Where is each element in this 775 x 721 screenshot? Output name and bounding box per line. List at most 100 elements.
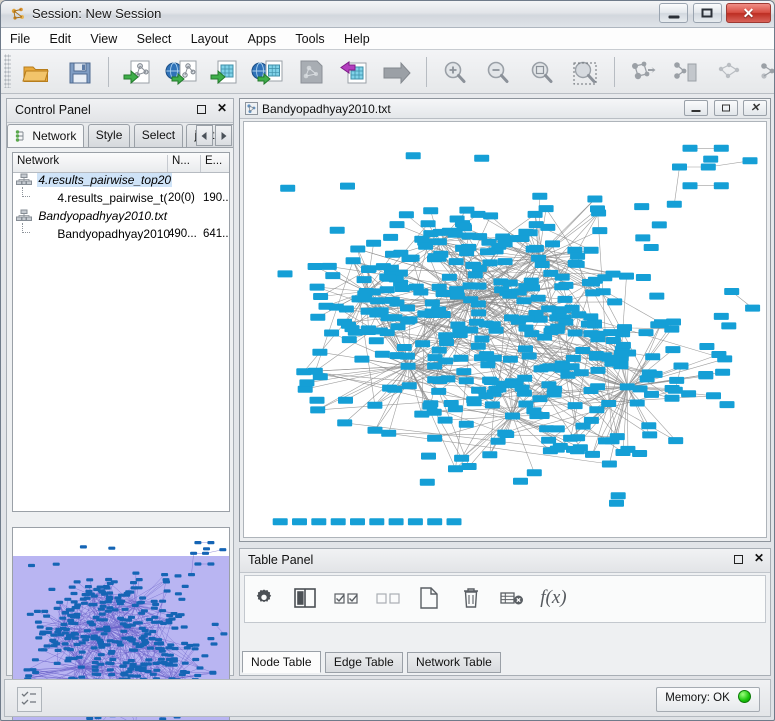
tree-edge-count: 641... xyxy=(203,228,230,240)
menu-help[interactable]: Help xyxy=(337,29,377,49)
tab-network-label: Network xyxy=(32,129,77,143)
new-column-button[interactable] xyxy=(410,576,448,620)
maximize-button[interactable] xyxy=(692,3,722,23)
network-view-title: Bandyopadhyay2010.txt xyxy=(262,102,391,116)
window-controls: ✕ xyxy=(658,3,771,25)
column-nodes: N... xyxy=(168,155,201,172)
memory-status-label: Memory: OK xyxy=(665,692,730,704)
menu-select[interactable]: Select xyxy=(130,29,179,49)
tab-network-table[interactable]: Network Table xyxy=(407,652,501,673)
unchecked-boxes-icon xyxy=(376,593,400,604)
split-columns-icon xyxy=(294,588,317,608)
toolbar-grip[interactable] xyxy=(4,54,11,88)
close-button[interactable]: ✕ xyxy=(726,3,771,23)
menu-bar: File Edit View Select Layout Apps Tools … xyxy=(1,28,774,50)
deselect-all-rows-button[interactable] xyxy=(369,576,407,620)
import-network-url-button[interactable] xyxy=(161,53,201,93)
save-session-button[interactable] xyxy=(60,53,100,93)
menu-file[interactable]: File xyxy=(3,29,37,49)
table-panel-float-button[interactable] xyxy=(733,555,743,564)
menu-layout[interactable]: Layout xyxy=(184,29,236,49)
export-image-button[interactable] xyxy=(377,53,417,93)
network-view-icon xyxy=(245,102,258,115)
task-history-icon[interactable] xyxy=(17,687,42,712)
tree-label: 4.results_pairwise_top20 xyxy=(37,173,173,187)
table-row[interactable]: Bandyopadhyay2010.txt xyxy=(13,209,229,227)
delete-table-button[interactable] xyxy=(493,576,531,620)
tab-style[interactable]: Style xyxy=(87,124,131,147)
tab-edge-table[interactable]: Edge Table xyxy=(324,652,403,673)
tab-network[interactable]: Network xyxy=(7,124,85,147)
menu-view[interactable]: View xyxy=(83,29,124,49)
network-tree[interactable]: Network N... E... 4.results_pairwise_top… xyxy=(12,152,230,512)
network-canvas[interactable] xyxy=(243,121,767,538)
column-edges: E... xyxy=(205,155,223,167)
tab-scroll-controls xyxy=(195,125,232,146)
toolbar-separator-2 xyxy=(425,57,427,87)
select-all-button[interactable] xyxy=(710,53,750,93)
memory-status-button[interactable]: Memory: OK xyxy=(656,687,760,712)
scroll-right-icon[interactable] xyxy=(215,125,232,146)
network-restore-button[interactable] xyxy=(713,100,738,116)
tree-guide xyxy=(19,187,35,205)
tab-node-table[interactable]: Node Table xyxy=(242,651,321,673)
column-network: Network xyxy=(13,155,168,172)
table-row[interactable]: 4.results_pairwise_t( 20(0) 190... xyxy=(13,187,230,209)
network-minimize-button[interactable] xyxy=(684,100,709,116)
table-panel: Table Panel ✕ f(x) Node Table Edge Table… xyxy=(239,548,771,676)
export-table-button[interactable] xyxy=(334,53,374,93)
main-toolbar: ? xyxy=(1,50,774,94)
network-close-button[interactable]: ✕ xyxy=(743,100,767,116)
minimize-button[interactable] xyxy=(659,3,689,23)
zoom-out-button[interactable] xyxy=(478,53,518,93)
menu-edit[interactable]: Edit xyxy=(43,29,79,49)
table-panel-tabs: Node Table Edge Table Network Table xyxy=(242,651,768,673)
control-panel-float-button[interactable] xyxy=(196,105,206,114)
show-all-button[interactable] xyxy=(623,53,663,93)
select-all-rows-button[interactable] xyxy=(328,576,366,620)
toolbar-separator xyxy=(108,57,110,87)
menu-apps[interactable]: Apps xyxy=(241,29,284,49)
open-session-button[interactable] xyxy=(16,53,56,93)
import-table-url-button[interactable] xyxy=(247,53,287,93)
table-panel-buttons: ✕ xyxy=(726,552,764,567)
control-panel: Control Panel ✕ Network Style Select jAc… xyxy=(6,98,234,720)
network-tree-icon xyxy=(15,130,24,142)
toggle-columns-button[interactable] xyxy=(286,576,324,620)
network-collection-icon xyxy=(16,209,32,221)
table-row[interactable]: Bandyopadhyay2010 490... 641... xyxy=(13,223,230,245)
control-panel-header: Control Panel ✕ xyxy=(7,99,233,123)
table-settings-button[interactable] xyxy=(245,576,283,620)
new-document-icon xyxy=(420,587,439,609)
tree-guide xyxy=(19,223,35,241)
zoom-fit-button[interactable] xyxy=(522,53,562,93)
network-graph xyxy=(272,144,761,526)
table-delete-icon xyxy=(500,592,524,605)
function-builder-button[interactable]: f(x) xyxy=(534,576,572,620)
table-row[interactable]: 4.results_pairwise_top20 xyxy=(13,173,229,191)
export-network-image-button[interactable] xyxy=(291,53,331,93)
network-view-controls: ✕ xyxy=(682,100,767,116)
tree-label: Bandyopadhyay2010 xyxy=(57,227,171,241)
network-view-frame: Bandyopadhyay2010.txt ✕ xyxy=(239,98,771,542)
menu-tools[interactable]: Tools xyxy=(288,29,331,49)
hide-selected-button[interactable] xyxy=(666,53,706,93)
network-view-titlebar: Bandyopadhyay2010.txt ✕ xyxy=(240,99,770,119)
zoom-selected-button[interactable] xyxy=(565,53,605,93)
zoom-in-button[interactable] xyxy=(435,53,475,93)
tree-edge-count: 190... xyxy=(203,192,230,204)
first-neighbors-button[interactable] xyxy=(753,53,774,93)
import-network-file-button[interactable] xyxy=(117,53,157,93)
table-panel-close-button[interactable]: ✕ xyxy=(754,552,764,564)
control-panel-close-button[interactable]: ✕ xyxy=(217,102,227,114)
scroll-left-icon[interactable] xyxy=(195,125,213,146)
memory-status-indicator xyxy=(738,690,751,703)
tab-select[interactable]: Select xyxy=(133,124,184,147)
tree-node-count: 490... xyxy=(168,228,197,240)
network-tree-header: Network N... E... xyxy=(13,153,229,173)
delete-column-button[interactable] xyxy=(452,576,490,620)
cytoscape-application-window: Session: New Session ✕ File Edit View Se… xyxy=(0,0,775,721)
table-panel-title: Table Panel xyxy=(248,553,314,567)
table-toolbar: f(x) xyxy=(244,575,766,623)
import-table-file-button[interactable] xyxy=(204,53,244,93)
